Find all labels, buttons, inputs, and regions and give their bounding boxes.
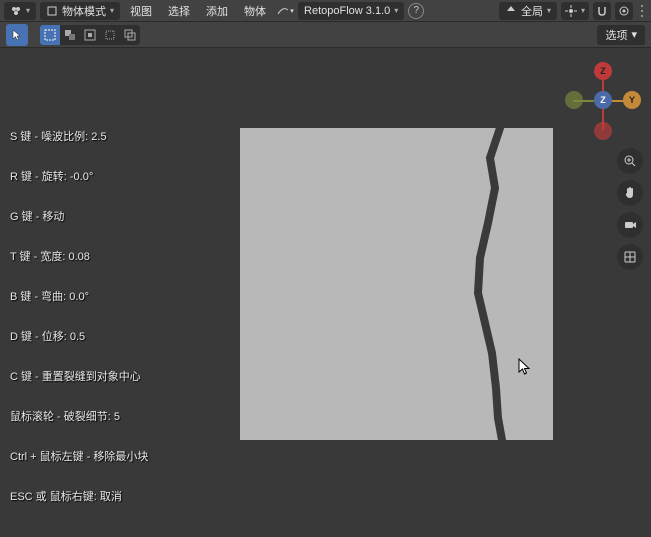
hint-ctrllmb: Ctrl + 鼠标左键 - 移除最小块 [10, 448, 148, 464]
mode-label: 物体模式 [62, 3, 106, 19]
dots-icon [638, 4, 646, 18]
axis-y-pos[interactable]: Y [623, 91, 641, 109]
perspective-tool[interactable] [617, 244, 643, 270]
axis-gizmo[interactable]: Z Z Y [563, 60, 643, 140]
object-mode-icon [46, 5, 58, 17]
select-mode-extend[interactable] [60, 25, 80, 45]
subtract-select-icon [84, 29, 96, 41]
annotate-icon [276, 4, 290, 18]
proportional-icon [618, 5, 630, 17]
select-mode-subtract[interactable] [80, 25, 100, 45]
orientation-label: 全局 [521, 3, 543, 19]
hint-noise: S 键 - 噪波比例: 2.5 [10, 128, 107, 144]
select-mode-intersect[interactable] [120, 25, 140, 45]
hint-width: T 键 - 宽度: 0.08 [10, 248, 90, 264]
chevron-down-icon: ▾ [110, 6, 114, 15]
menu-add[interactable]: 添加 [200, 1, 234, 21]
menu-object[interactable]: 物体 [238, 1, 272, 21]
viewport-3d[interactable]: S 键 - 噪波比例: 2.5 R 键 - 旋转: -0.0° G 键 - 移动… [0, 48, 651, 537]
hint-bend: B 键 - 弯曲: 0.0° [10, 288, 89, 304]
axis-z-pos[interactable]: Z [594, 62, 612, 80]
hint-wheel: 鼠标滚轮 - 破裂细节: 5 [10, 408, 120, 424]
select-mode-invert[interactable] [100, 25, 120, 45]
hint-disp: D 键 - 位移: 0.5 [10, 328, 85, 344]
mesh-object [240, 128, 553, 440]
orientation-dropdown[interactable]: 全局 ▾ [499, 2, 557, 20]
menu-select[interactable]: 选择 [162, 1, 196, 21]
intersect-select-icon [124, 29, 136, 41]
proportional-toggle[interactable] [615, 2, 633, 20]
cursor-icon [10, 28, 24, 42]
box-select-icon [44, 29, 56, 41]
hint-rotate: R 键 - 旋转: -0.0° [10, 168, 93, 184]
grid-icon [623, 250, 637, 264]
hint-grab: G 键 - 移动 [10, 208, 64, 224]
viewport-side-tools [617, 148, 643, 270]
camera-tool[interactable] [617, 212, 643, 238]
hand-icon [623, 186, 637, 200]
addon-dropdown[interactable]: RetopoFlow 3.1.0 ▾ [298, 2, 404, 20]
mode-dropdown[interactable]: 物体模式 ▾ [40, 2, 120, 20]
tool-dropdown[interactable]: ▾ [276, 2, 294, 20]
invert-select-icon [104, 29, 116, 41]
pivot-icon [565, 5, 577, 17]
camera-icon [623, 218, 637, 232]
zoom-icon [623, 154, 637, 168]
menu-view[interactable]: 视图 [124, 1, 158, 21]
axis-x-neg[interactable] [565, 91, 583, 109]
chevron-down-icon: ▾ [581, 6, 585, 15]
header-overflow[interactable] [637, 2, 647, 20]
pivot-dropdown[interactable]: ▾ [561, 2, 589, 20]
editor-type-dropdown[interactable]: ▾ [4, 2, 36, 20]
chevron-down-icon: ▾ [394, 6, 398, 15]
hint-center: C 键 - 重置裂缝到对象中心 [10, 368, 141, 384]
select-mode-group [40, 25, 140, 45]
orientation-icon [505, 5, 517, 17]
extend-select-icon [64, 29, 76, 41]
zoom-tool[interactable] [617, 148, 643, 174]
axis-main[interactable]: Z [594, 91, 612, 109]
chevron-down-icon: ▾ [547, 6, 551, 15]
magnet-icon [596, 5, 608, 17]
editor-icon [10, 5, 22, 17]
chevron-down-icon: ▾ [631, 28, 637, 41]
crack-overlay [240, 128, 553, 440]
addon-label: RetopoFlow 3.1.0 [304, 5, 390, 17]
options-label: 选项 [605, 27, 627, 43]
chevron-down-icon: ▾ [26, 6, 30, 15]
options-dropdown[interactable]: 选项 ▾ [597, 25, 645, 45]
pan-tool[interactable] [617, 180, 643, 206]
hint-escape: ESC 或 鼠标右键: 取消 [10, 488, 122, 504]
select-tool[interactable] [6, 24, 28, 46]
chevron-down-icon: ▾ [290, 7, 294, 15]
snap-toggle[interactable] [593, 2, 611, 20]
select-mode-box[interactable] [40, 25, 60, 45]
axis-z-neg[interactable] [594, 122, 612, 140]
help-button[interactable]: ? [408, 3, 424, 19]
